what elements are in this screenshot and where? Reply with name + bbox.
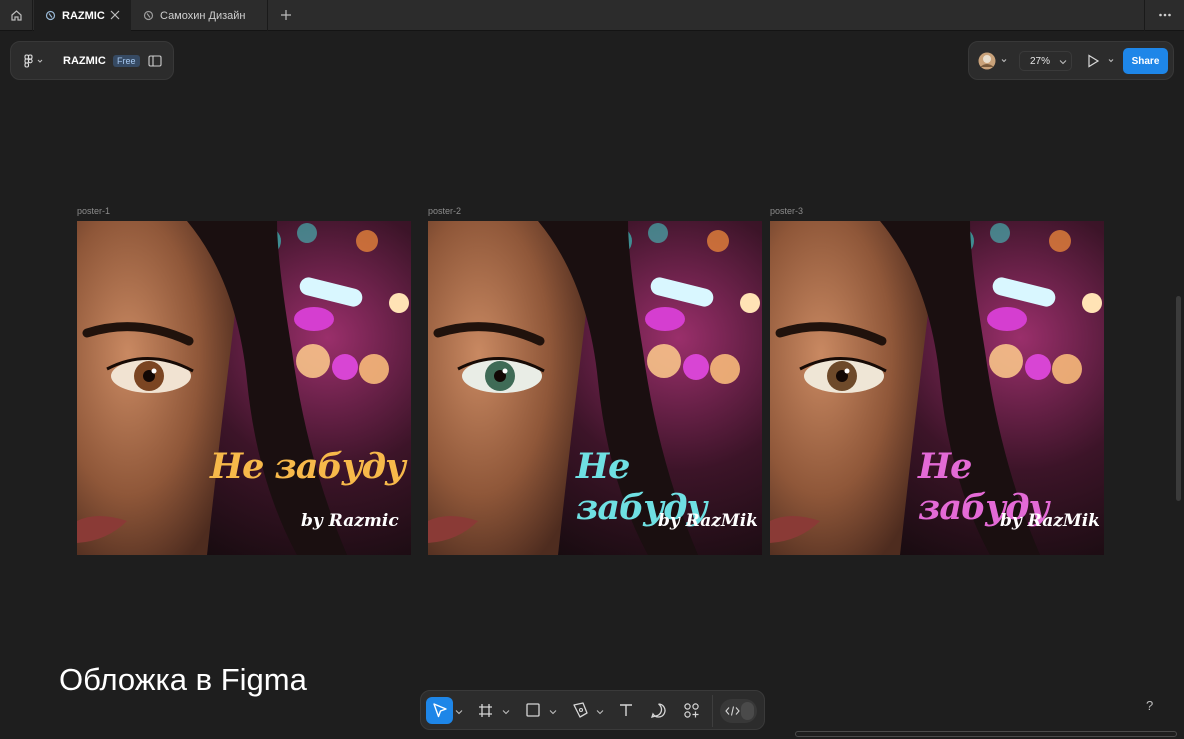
poster-3-frame[interactable]: Не забуду by RazMik: [770, 221, 1104, 555]
poster-2-frame[interactable]: Не забуду by RazMik: [428, 221, 762, 555]
tools-toolbar: [420, 690, 765, 730]
frame-tool-icon[interactable]: [477, 702, 494, 719]
play-icon: [1088, 54, 1114, 68]
figma-file-icon: [143, 10, 154, 21]
poster-byline: by RazMik: [658, 511, 758, 531]
file-name[interactable]: RAZMIC: [63, 55, 106, 67]
chevron-down-icon: [1059, 60, 1067, 65]
figma-file-icon: [45, 10, 56, 21]
top-right-panel: 27% Share: [968, 41, 1174, 80]
caption-text: Обложка в Figma: [59, 662, 307, 697]
sidebar-toggle-icon[interactable]: [148, 55, 162, 67]
share-button[interactable]: Share: [1123, 48, 1168, 74]
avatar: [978, 52, 1007, 70]
close-icon[interactable]: [109, 9, 121, 21]
help-button[interactable]: ?: [1146, 698, 1153, 713]
move-tool-icon: [433, 703, 447, 718]
poster-byline: by RazMik: [1000, 511, 1100, 531]
present-button[interactable]: [1087, 54, 1117, 73]
dev-mode-toggle[interactable]: [720, 699, 757, 723]
figma-menu-icon: [24, 54, 43, 68]
rectangle-tool-icon[interactable]: [525, 702, 541, 718]
chevron-down-icon[interactable]: [549, 708, 557, 716]
tab-bar: RAZMIC Самохин Дизайн: [0, 0, 1184, 31]
frame-label-poster-2[interactable]: poster-2: [428, 206, 461, 216]
poster-title: Не забуду: [210, 446, 406, 487]
plan-badge: Free: [113, 55, 140, 67]
move-tool-button[interactable]: [426, 697, 453, 724]
poster-byline: by Razmic: [301, 511, 399, 531]
tab-samokhin-design[interactable]: Самохин Дизайн: [132, 0, 268, 31]
home-icon: [10, 10, 22, 21]
file-panel: RAZMIC Free: [10, 41, 174, 80]
zoom-value: 27%: [1030, 56, 1051, 67]
main-menu-button[interactable]: [23, 54, 45, 73]
poster-photo: [77, 221, 411, 555]
comment-tool-icon[interactable]: [650, 702, 667, 719]
text-tool-icon[interactable]: [618, 702, 634, 718]
poster-1-frame[interactable]: Не забуду by Razmic: [77, 221, 411, 555]
plus-icon[interactable]: [279, 8, 293, 22]
more-icon[interactable]: [1158, 8, 1172, 22]
user-menu[interactable]: [978, 52, 1012, 75]
actions-icon[interactable]: [683, 702, 700, 719]
chevron-down-icon[interactable]: [455, 708, 463, 716]
tab-razmic[interactable]: RAZMIC: [34, 0, 131, 31]
dev-mode-icon: [725, 706, 740, 716]
pen-tool-icon[interactable]: [571, 701, 589, 719]
chevron-down-icon[interactable]: [502, 708, 510, 716]
frame-label-poster-3[interactable]: poster-3: [770, 206, 803, 216]
horizontal-scrollbar[interactable]: [795, 731, 1177, 737]
zoom-control[interactable]: 27%: [1019, 51, 1072, 71]
frame-label-poster-1[interactable]: poster-1: [77, 206, 110, 216]
chevron-down-icon[interactable]: [596, 708, 604, 716]
tab-label: Самохин Дизайн: [160, 9, 246, 22]
vertical-scrollbar[interactable]: [1176, 296, 1181, 501]
tab-label: RAZMIC: [62, 9, 105, 22]
home-tab[interactable]: [0, 0, 33, 31]
